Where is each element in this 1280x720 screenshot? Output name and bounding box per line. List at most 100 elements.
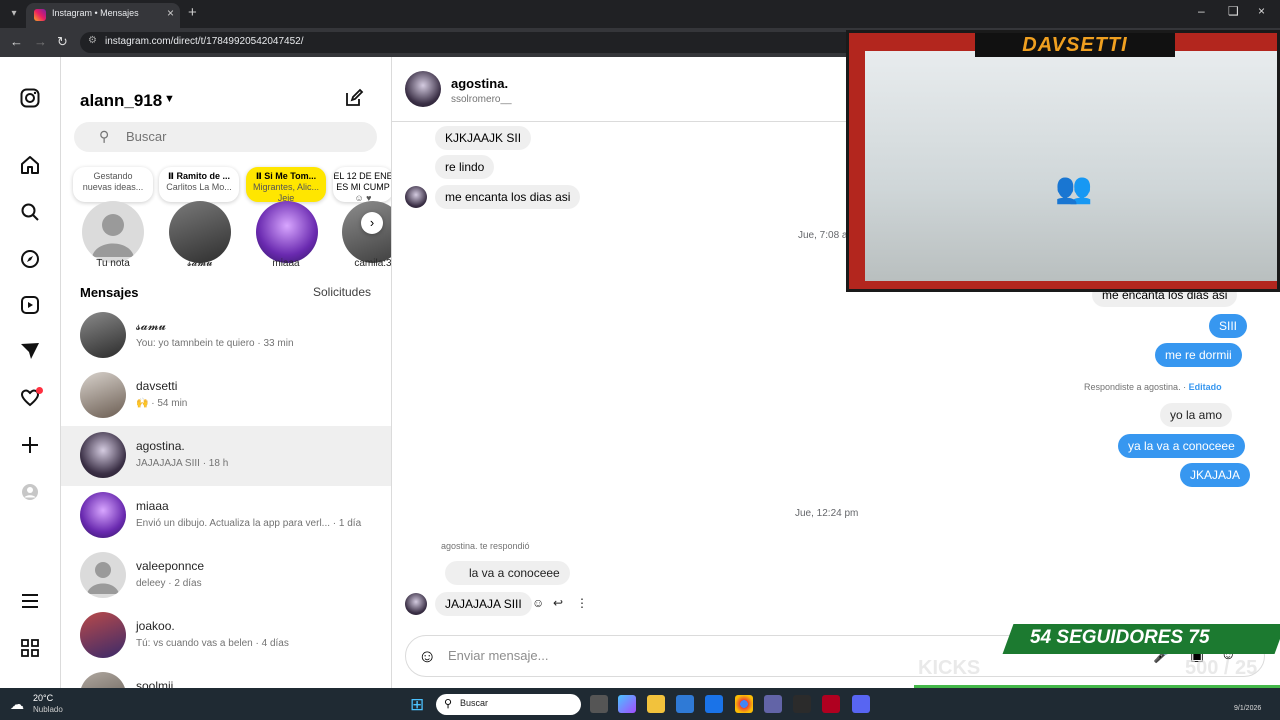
- message-bubble-incoming[interactable]: me encanta los dias asi: [435, 185, 581, 209]
- message-bubble-outgoing[interactable]: JKAJAJA: [1180, 463, 1251, 487]
- note-text: Carlitos La Mo...: [166, 182, 232, 192]
- contact-avatar[interactable]: [405, 71, 441, 107]
- store-icon[interactable]: [676, 695, 694, 713]
- instagram-favicon-icon: [34, 9, 46, 21]
- app-icon[interactable]: [793, 695, 811, 713]
- explore-icon[interactable]: [18, 247, 42, 271]
- conversation-preview: Envió un dibujo. Actualiza la app para v…: [136, 518, 362, 529]
- more-options-icon[interactable]: ⋮: [576, 596, 588, 610]
- discord-icon[interactable]: [852, 695, 870, 713]
- apps-icon[interactable]: [18, 636, 42, 660]
- conversation-panel: alann_918 ▼ ⚲ Buscar Gestando nuevas ide…: [61, 57, 392, 688]
- message-bubble-outgoing[interactable]: me re dormii: [1155, 343, 1242, 367]
- contact-name[interactable]: agostina.: [451, 76, 508, 91]
- conversation-name: 𝓼𝓪𝓶𝓾: [136, 319, 167, 333]
- file-explorer-icon[interactable]: [647, 695, 665, 713]
- story-avatar[interactable]: [82, 201, 144, 263]
- site-info-icon[interactable]: ⚙: [88, 35, 97, 46]
- reply-quote[interactable]: la va a conoceee: [445, 561, 570, 585]
- profile-icon[interactable]: [18, 480, 42, 504]
- chrome-icon[interactable]: [735, 695, 753, 713]
- url-text: instagram.com/direct/t/17849920542047452…: [105, 36, 304, 47]
- search-icon: ⚲: [99, 128, 110, 144]
- note-bubble[interactable]: EL 12 DE ENE ES MI CUMP ☺ ♥: [333, 167, 391, 202]
- story-avatar[interactable]: [169, 201, 231, 263]
- nav-rail: [0, 57, 61, 688]
- chevron-right-icon[interactable]: ›: [361, 212, 383, 234]
- reels-icon[interactable]: [18, 293, 42, 317]
- reload-icon[interactable]: ↻: [57, 34, 68, 50]
- tab-list-icon[interactable]: ▾: [6, 6, 22, 22]
- search-icon[interactable]: [18, 200, 42, 224]
- taskbar-search[interactable]: ⚲ Buscar: [436, 694, 581, 715]
- menu-icon[interactable]: [18, 589, 42, 613]
- mail-icon[interactable]: [705, 695, 723, 713]
- url-field[interactable]: ⚙ instagram.com/direct/t/178499205420474…: [80, 32, 860, 53]
- note-bubble[interactable]: Ⅱ Ramito de ... Carlitos La Mo...: [159, 167, 239, 202]
- conversation-preview: Tú: vs cuando vas a belen · 4 días: [136, 638, 289, 649]
- conversation-row[interactable]: soolmii: [61, 666, 391, 688]
- streamer-name: DAVSETTI: [975, 33, 1175, 57]
- teams-icon[interactable]: [764, 695, 782, 713]
- instagram-logo-icon[interactable]: [18, 86, 42, 110]
- avatar: [80, 492, 126, 538]
- search-field[interactable]: ⚲ Buscar: [74, 122, 377, 152]
- requests-link[interactable]: Solicitudes: [313, 285, 371, 299]
- conversation-name: joakoo.: [136, 619, 175, 633]
- note-bubble[interactable]: Ⅱ Si Me Tom... Migrantes, Alic... Jeje: [246, 167, 326, 202]
- message-bubble-outgoing[interactable]: ya la va a conoceee: [1118, 434, 1245, 458]
- reply-icon[interactable]: ↩: [553, 596, 563, 610]
- message-bubble-incoming[interactable]: KJKJAAJK SII: [435, 126, 532, 150]
- timestamp: Jue, 12:24 pm: [795, 508, 859, 519]
- browser-tab[interactable]: Instagram • Mensajes ×: [26, 3, 180, 28]
- maximize-icon[interactable]: ❑: [1228, 4, 1239, 18]
- story-avatar[interactable]: [256, 201, 318, 263]
- avatar: [80, 612, 126, 658]
- react-emoji-icon[interactable]: ☺: [532, 596, 544, 610]
- conversation-row[interactable]: valeeponnce deleey · 2 días: [61, 546, 391, 606]
- message-bubble-outgoing[interactable]: SIII: [1209, 314, 1248, 338]
- conversation-preview: You: yo tamnbein te quiero · 33 min: [136, 338, 294, 349]
- notifications-icon[interactable]: [18, 386, 43, 410]
- weather-icon[interactable]: ☁: [10, 696, 24, 713]
- reply-meta-text: Respondiste a agostina.: [1084, 382, 1181, 392]
- avatar: [80, 672, 126, 688]
- note-bubble[interactable]: Gestando nuevas ideas...: [73, 167, 153, 202]
- new-tab-icon[interactable]: +: [188, 4, 197, 21]
- conversation-row[interactable]: miaaa Envió un dibujo. Actualiza la app …: [61, 486, 391, 546]
- note-text: ES MI CUMP: [336, 182, 390, 192]
- compose-icon[interactable]: [344, 88, 364, 114]
- back-icon[interactable]: ←: [10, 34, 23, 49]
- home-icon[interactable]: [18, 153, 42, 177]
- message-bubble-incoming[interactable]: JAJAJAJA SIII: [435, 592, 532, 616]
- windows-start-icon[interactable]: ⊞: [410, 695, 424, 715]
- minimize-icon[interactable]: –: [1198, 4, 1205, 18]
- create-icon[interactable]: [18, 433, 42, 457]
- conversation-row-active[interactable]: agostina. JAJAJAJA SIII · 18 h: [61, 426, 391, 486]
- avatar: [80, 312, 126, 358]
- contact-avatar-small: [405, 593, 427, 615]
- conversation-preview: deleey · 2 días: [136, 578, 202, 589]
- search-icon: ⚲: [444, 698, 453, 710]
- close-window-icon[interactable]: ×: [1258, 4, 1265, 18]
- account-username[interactable]: alann_918: [80, 91, 162, 111]
- taskbar-search-placeholder: Buscar: [460, 698, 489, 708]
- avatar: [80, 432, 126, 478]
- chevron-down-icon[interactable]: ▼: [164, 93, 175, 105]
- conversation-row[interactable]: davsetti 🙌 · 54 min: [61, 366, 391, 426]
- kicks-label: KICKS: [918, 657, 981, 679]
- notification-dot: [36, 387, 43, 394]
- note-text: ☺ ♥: [354, 193, 372, 202]
- reply-quote[interactable]: yo la amo: [1160, 403, 1233, 427]
- conversation-row[interactable]: joakoo. Tú: vs cuando vas a belen · 4 dí…: [61, 606, 391, 666]
- forward-icon[interactable]: →: [34, 34, 47, 49]
- emoji-icon[interactable]: ☺: [418, 645, 440, 667]
- close-tab-icon[interactable]: ×: [167, 6, 174, 20]
- copilot-icon[interactable]: [618, 695, 636, 713]
- conversation-row[interactable]: 𝓼𝓪𝓶𝓾 You: yo tamnbein te quiero · 33 min: [61, 306, 391, 366]
- conversation-name: valeeponnce: [136, 559, 205, 573]
- message-bubble-incoming[interactable]: re lindo: [435, 155, 495, 179]
- app-icon[interactable]: [822, 695, 840, 713]
- task-view-icon[interactable]: [590, 695, 608, 713]
- messages-icon[interactable]: [18, 339, 42, 363]
